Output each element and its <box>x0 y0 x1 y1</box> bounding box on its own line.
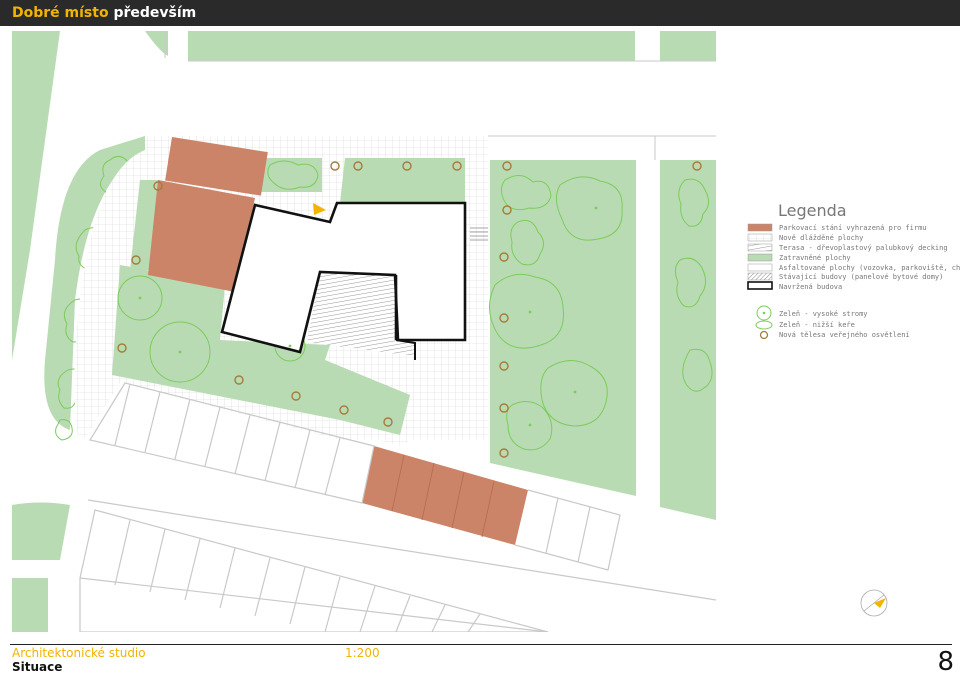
legend-swatch-paving <box>747 233 773 242</box>
footer-studio: Architektonické studio <box>12 646 146 660</box>
page-footer: Architektonické studio Situace 1:200 8 <box>0 643 960 679</box>
grass-lower-left <box>12 502 70 560</box>
north-arrow-icon <box>860 589 888 617</box>
legend-swatch-existing <box>747 272 773 281</box>
legend-title: Legenda <box>778 201 847 220</box>
footer-sheet-name: Situace <box>12 660 63 674</box>
legend: Legenda Parkovací stání vyhrazená pro fi… <box>747 201 960 340</box>
legend-swatch-asphalt <box>747 263 773 272</box>
page-number: 8 <box>937 647 954 677</box>
brand-title: Dobré místo především <box>12 4 196 22</box>
brand-part-2: především <box>113 5 197 21</box>
footer-scale: 1:200 <box>345 646 380 660</box>
legend-swatch-deck <box>747 243 773 252</box>
legend-item-5: Stávající budovy (panelové bytové domy) <box>779 273 943 281</box>
legend-swatch-grass <box>747 253 773 262</box>
brand-part-1: Dobré místo <box>12 5 109 21</box>
legend-item-0: Parkovací stání vyhrazená pro firmu <box>779 224 927 232</box>
lamp-icon <box>759 330 769 340</box>
grass-block-far-right <box>660 160 716 520</box>
legend-item-1: Nově dlážděné plochy <box>779 234 863 242</box>
grass-block-right <box>490 160 636 496</box>
legend-item-6: Navržená budova <box>779 283 842 291</box>
grass-patch-1 <box>260 158 322 192</box>
page-header: Dobré místo především <box>0 0 960 26</box>
legend-veg-2: Nová tělesa veřejného osvětlení <box>779 331 910 339</box>
legend-item-3: Zatravněné plochy <box>779 254 851 262</box>
legend-swatch-parking <box>747 223 773 232</box>
legend-swatch-proposed <box>747 281 773 290</box>
parking-lot-lower <box>79 499 716 632</box>
grass-strip-top <box>188 31 635 61</box>
legend-veg-0: Zeleň - vysoké stromy <box>779 310 868 318</box>
shrub-icon <box>755 320 773 330</box>
grass-bottom-left <box>12 578 48 632</box>
site-plan: Legenda Parkovací stání vyhrazená pro fi… <box>12 31 960 632</box>
footer-rule <box>10 644 952 645</box>
legend-item-4: Asfaltované plochy (vozovka, parkoviště,… <box>779 264 960 272</box>
grass-strip-top-right <box>660 31 716 61</box>
legend-veg-1: Zeleň - nižší keře <box>779 321 855 329</box>
map-area <box>12 31 716 632</box>
legend-item-2: Terasa - dřevoplastový palubkový decking <box>779 244 948 252</box>
